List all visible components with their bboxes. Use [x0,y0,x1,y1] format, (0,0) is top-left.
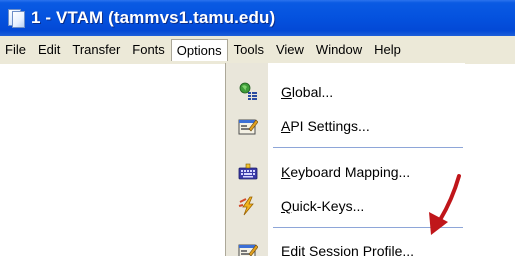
menu-item-quick-keys[interactable]: Quick-Keys... [226,189,466,223]
quick-keys-icon [238,196,254,216]
menu-bar: File Edit Transfer Fonts Options Tools V… [0,36,515,64]
menu-item-api-settings[interactable]: API Settings... [226,109,466,143]
menu-tools[interactable]: Tools [228,39,270,61]
menu-item-keyboard-mapping[interactable]: Keyboard Mapping... [226,155,466,189]
window-title: 1 - VTAM (tammvs1.tamu.edu) [31,8,276,27]
session-profile-icon [238,244,258,256]
title-bar[interactable]: 1 - VTAM (tammvs1.tamu.edu) [0,0,515,36]
menu-item-label-quick-keys: Quick-Keys... [281,198,365,214]
menu-edit[interactable]: Edit [32,39,66,61]
terminal-session-icon[interactable] [8,8,25,28]
menu-item-global[interactable]: Global... [226,75,466,109]
api-settings-icon [238,119,258,135]
menu-item-label-global: Global... [281,84,334,100]
application-window: 1 - VTAM (tammvs1.tamu.edu) File Edit Tr… [0,0,515,256]
keyboard-icon [238,163,258,180]
menu-file[interactable]: File [0,39,32,61]
menu-transfer[interactable]: Transfer [66,39,126,61]
menu-item-label-api-settings: API Settings... [281,118,370,134]
menu-item-label-edit-session-profile: Edit Session Profile... [281,243,415,256]
menu-item-label-keyboard-mapping: Keyboard Mapping... [281,164,411,180]
options-dropdown-menu: Global... API Settings... Keyboard Mappi… [225,63,465,256]
menu-fonts[interactable]: Fonts [126,39,171,61]
menu-separator [273,227,463,228]
menu-options[interactable]: Options [170,39,228,61]
menu-view[interactable]: View [270,39,310,61]
global-settings-icon [239,82,257,100]
menu-help[interactable]: Help [368,39,407,61]
menu-item-edit-session-profile[interactable]: Edit Session Profile... [226,234,466,256]
menu-separator [273,147,463,148]
menu-window[interactable]: Window [310,39,368,61]
